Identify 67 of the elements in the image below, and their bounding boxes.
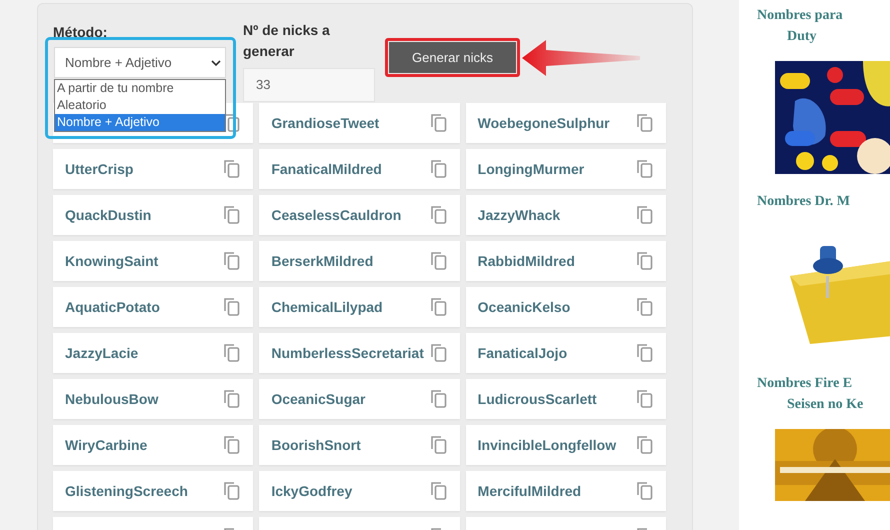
article-title[interactable]: Duty xyxy=(787,26,817,47)
copy-icon[interactable] xyxy=(223,389,242,409)
copy-icon[interactable] xyxy=(223,481,242,501)
method-option[interactable]: A partir de tu nombre xyxy=(55,80,225,97)
nick-name: JazzyWhack xyxy=(478,206,560,225)
copy-icon[interactable] xyxy=(636,435,654,455)
nick-name: ChemicalLilypad xyxy=(271,298,383,317)
chevron-down-icon xyxy=(211,58,221,66)
nick-name: LongingMurmer xyxy=(478,160,584,179)
nick-name: IckyGodfrey xyxy=(271,482,352,501)
copy-icon[interactable] xyxy=(636,297,654,317)
copy-icon[interactable] xyxy=(430,481,448,501)
nick-name: WiryCarbine xyxy=(65,436,148,455)
copy-icon[interactable] xyxy=(636,251,654,271)
copy-icon[interactable] xyxy=(636,159,654,179)
nick-name: OceanicKelso xyxy=(478,298,570,316)
count-input[interactable]: 33 xyxy=(243,68,375,102)
method-option[interactable]: Nombre + Adjetivo xyxy=(55,114,225,131)
copy-icon[interactable] xyxy=(223,205,242,225)
copy-icon[interactable] xyxy=(430,435,448,455)
nick-name: AquaticPotato xyxy=(65,298,160,317)
count-label: Nº de nicks a generar xyxy=(243,21,331,61)
article-title[interactable]: Nombres Dr. M xyxy=(757,191,850,212)
copy-icon[interactable] xyxy=(430,205,448,225)
nick-name: GlisteningScreech xyxy=(65,482,188,501)
nick-name: UtterCrisp xyxy=(65,160,134,179)
nick-name: WoebegoneSulphur xyxy=(478,114,610,133)
nick-name: CeaselessCauldron xyxy=(271,206,402,224)
copy-icon[interactable] xyxy=(223,159,242,179)
copy-icon[interactable] xyxy=(430,389,448,409)
copy-icon[interactable] xyxy=(636,113,654,133)
copy-icon[interactable] xyxy=(430,297,448,317)
method-select[interactable]: Nombre + Adjetivo xyxy=(54,47,226,78)
copy-icon[interactable] xyxy=(223,297,242,317)
copy-icon[interactable] xyxy=(636,343,654,363)
article-title[interactable]: Nombres Fire E xyxy=(757,373,852,394)
copy-icon[interactable] xyxy=(430,113,448,133)
generate-button[interactable]: Generar nicks xyxy=(389,42,516,73)
nick-name: QuackDustin xyxy=(65,206,152,225)
copy-icon[interactable] xyxy=(430,159,448,179)
copy-icon[interactable] xyxy=(430,343,448,363)
nick-name: JazzyLacie xyxy=(65,344,138,363)
copy-icon[interactable] xyxy=(223,343,242,363)
nick-name: BerserkMildred xyxy=(271,252,374,270)
nick-name: InvincibleLongfellow xyxy=(478,436,616,455)
nick-name: NumberlessSecretariat xyxy=(271,344,424,362)
nick-name: FanaticalMildred xyxy=(271,160,382,178)
copy-icon[interactable] xyxy=(636,481,654,501)
copy-icon[interactable] xyxy=(430,251,448,271)
nick-name: FanaticalJojo xyxy=(478,344,568,363)
article-title[interactable]: Seisen no Ke xyxy=(787,394,864,415)
article-title[interactable]: Nombres para xyxy=(757,5,843,26)
method-option[interactable]: Aleatorio xyxy=(55,97,225,114)
arrow-icon xyxy=(522,40,642,76)
nick-name: LudicrousScarlett xyxy=(478,390,597,408)
nick-name: KnowingSaint xyxy=(65,252,158,271)
nick-name: RabbidMildred xyxy=(478,252,575,270)
method-label: Método: xyxy=(53,23,108,42)
nick-name: MercifulMildred xyxy=(478,482,582,500)
nick-name: GrandioseTweet xyxy=(271,114,380,132)
copy-icon[interactable] xyxy=(223,251,242,271)
copy-icon[interactable] xyxy=(223,435,242,455)
nick-name: OceanicSugar xyxy=(271,390,366,409)
nick-name: BoorishSnort xyxy=(271,436,361,454)
copy-icon[interactable] xyxy=(636,389,654,409)
nick-name: NebulousBow xyxy=(65,390,158,408)
copy-icon[interactable] xyxy=(636,205,654,225)
